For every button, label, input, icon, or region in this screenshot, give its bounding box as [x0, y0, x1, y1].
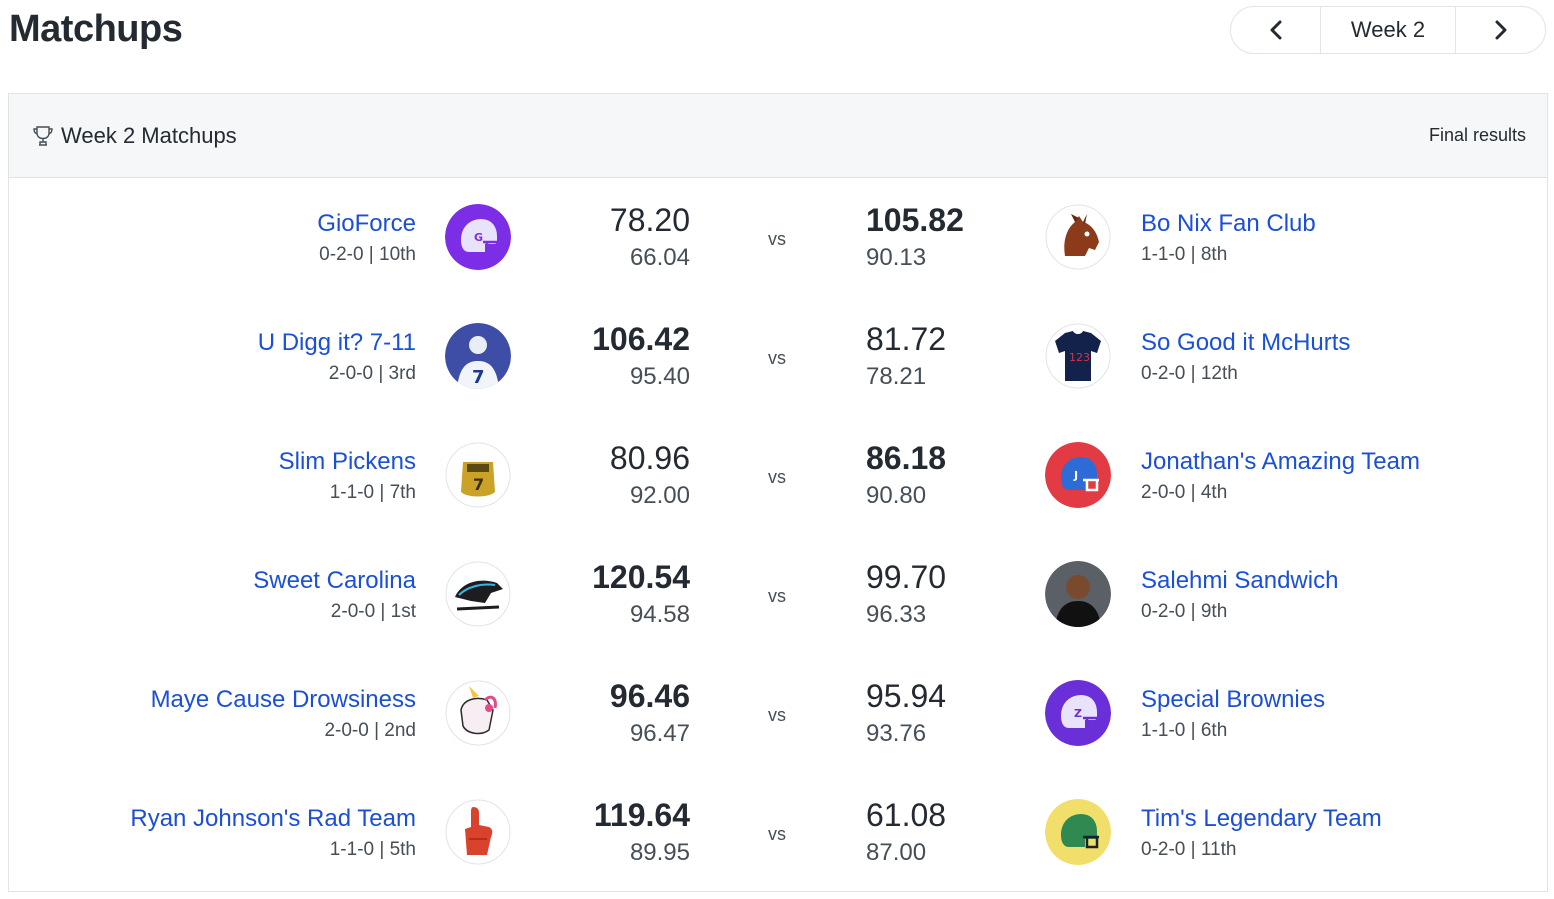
home-team-record: 1-1-0 | 7th: [329, 482, 416, 503]
away-team-score: 81.72: [866, 321, 947, 357]
away-team-projected: 78.21: [866, 363, 927, 390]
away-team-score: 105.82: [866, 202, 964, 238]
home-team-score: 78.20: [609, 202, 690, 238]
home-team-name-link[interactable]: Sweet Carolina: [253, 567, 416, 595]
svg-text:7: 7: [473, 475, 484, 494]
matchup-row[interactable]: Slim Pickens 1-1-0 | 7th 7 80.96 92.00 v…: [9, 416, 1547, 535]
home-team-score: 120.54: [592, 559, 690, 595]
card-header: Week 2 Matchups Final results: [9, 94, 1547, 178]
away-team-record: 2-0-0 | 4th: [1141, 482, 1228, 503]
final-results-label: Final results: [1428, 125, 1526, 145]
home-team-record: 0-2-0 | 10th: [319, 244, 416, 265]
svg-text:G: G: [474, 231, 483, 244]
home-team-projected: 94.58: [629, 601, 690, 628]
away-team-projected: 93.76: [866, 720, 927, 747]
home-team-logo[interactable]: G: [445, 204, 511, 270]
matchup-row[interactable]: Sweet Carolina 2-0-0 | 1st 120.54 94.58 …: [9, 535, 1547, 654]
away-team-record: 1-1-0 | 8th: [1141, 244, 1228, 265]
home-team-projected: 89.95: [629, 839, 690, 866]
away-team-score: 99.70: [866, 559, 947, 595]
away-team-logo[interactable]: 123: [1045, 323, 1111, 389]
away-team-projected: 96.33: [866, 601, 927, 628]
home-team-score: 96.46: [609, 678, 690, 714]
matchup-row[interactable]: Maye Cause Drowsiness 2-0-0 | 2nd 96.46 …: [9, 654, 1547, 773]
vs-label: vs: [768, 229, 786, 249]
home-team-name-link[interactable]: U Digg it? 7-11: [258, 329, 416, 357]
vs-label: vs: [768, 467, 786, 487]
away-team-name-link[interactable]: Tim's Legendary Team: [1141, 805, 1382, 833]
vs-label: vs: [768, 824, 786, 844]
home-team-name-link[interactable]: Slim Pickens: [279, 448, 416, 476]
away-team-projected: 90.13: [866, 244, 927, 271]
home-team-name-link[interactable]: Ryan Johnson's Rad Team: [130, 805, 416, 833]
home-team-logo[interactable]: [445, 680, 511, 746]
svg-text:J: J: [1073, 469, 1078, 482]
away-team-name-link[interactable]: Salehmi Sandwich: [1141, 567, 1338, 595]
home-team-logo[interactable]: [445, 561, 511, 627]
away-team-name-link[interactable]: So Good it McHurts: [1141, 329, 1350, 357]
home-team-score: 106.42: [592, 321, 690, 357]
vs-label: vs: [768, 705, 786, 725]
matchups-card: Week 2 Matchups Final results GioForce 0…: [8, 93, 1548, 892]
away-team-name-link[interactable]: Special Brownies: [1141, 686, 1325, 714]
home-team-logo[interactable]: 7: [445, 323, 511, 389]
away-team-logo[interactable]: [1045, 561, 1111, 627]
chevron-left-icon: [1270, 20, 1281, 40]
home-team-record: 2-0-0 | 2nd: [324, 720, 416, 741]
vs-label: vs: [768, 586, 786, 606]
home-team-logo[interactable]: 7: [445, 442, 511, 508]
home-team-projected: 66.04: [629, 244, 690, 271]
home-team-projected: 92.00: [629, 482, 690, 509]
away-team-logo[interactable]: J: [1045, 442, 1111, 508]
vs-label: vs: [768, 348, 786, 368]
away-team-record: 0-2-0 | 9th: [1141, 601, 1228, 622]
home-team-score: 119.64: [593, 797, 690, 833]
away-team-name-link[interactable]: Jonathan's Amazing Team: [1141, 448, 1420, 476]
matchup-row[interactable]: Ryan Johnson's Rad Team 1-1-0 | 5th 119.…: [9, 773, 1547, 892]
next-week-button[interactable]: [1456, 7, 1545, 53]
away-team-name-link[interactable]: Bo Nix Fan Club: [1141, 210, 1316, 238]
card-title: Week 2 Matchups: [31, 123, 237, 149]
current-week-label: Week 2: [1350, 17, 1426, 42]
away-team-record: 0-2-0 | 11th: [1141, 839, 1237, 860]
home-team-projected: 95.40: [629, 363, 690, 390]
home-team-record: 1-1-0 | 5th: [329, 839, 416, 860]
home-team-score: 80.96: [609, 440, 690, 476]
svg-text:123: 123: [1069, 351, 1090, 364]
svg-text:Z: Z: [1074, 707, 1082, 720]
home-team-projected: 96.47: [629, 720, 690, 747]
week-selector: Week 2: [1230, 6, 1546, 54]
svg-text:7: 7: [472, 367, 485, 388]
prev-week-button[interactable]: [1231, 7, 1320, 53]
chevron-right-icon: [1495, 20, 1506, 40]
matchup-row[interactable]: U Digg it? 7-11 2-0-0 | 3rd 7 106.42 95.…: [9, 297, 1547, 416]
matchup-row[interactable]: GioForce 0-2-0 | 10th G 78.20 66.04 vs 1…: [9, 178, 1547, 297]
home-team-record: 2-0-0 | 1st: [330, 601, 416, 622]
home-team-name-link[interactable]: GioForce: [317, 210, 416, 238]
home-team-logo[interactable]: [445, 799, 511, 865]
away-team-logo[interactable]: Z: [1045, 680, 1111, 746]
home-team-name-link[interactable]: Maye Cause Drowsiness: [151, 686, 416, 714]
home-team-record: 2-0-0 | 3rd: [328, 363, 416, 384]
page-title: Matchups: [9, 8, 183, 50]
away-team-record: 0-2-0 | 12th: [1141, 363, 1238, 384]
card-title-text: Week 2 Matchups: [61, 123, 237, 148]
away-team-record: 1-1-0 | 6th: [1141, 720, 1228, 741]
away-team-score: 61.08: [866, 797, 947, 833]
away-team-score: 86.18: [866, 440, 947, 476]
away-team-projected: 87.00: [866, 839, 927, 866]
away-team-logo[interactable]: [1045, 204, 1111, 270]
away-team-logo[interactable]: [1045, 799, 1111, 865]
trophy-icon: [33, 126, 53, 146]
away-team-score: 95.94: [866, 678, 947, 714]
away-team-projected: 90.80: [866, 482, 927, 509]
